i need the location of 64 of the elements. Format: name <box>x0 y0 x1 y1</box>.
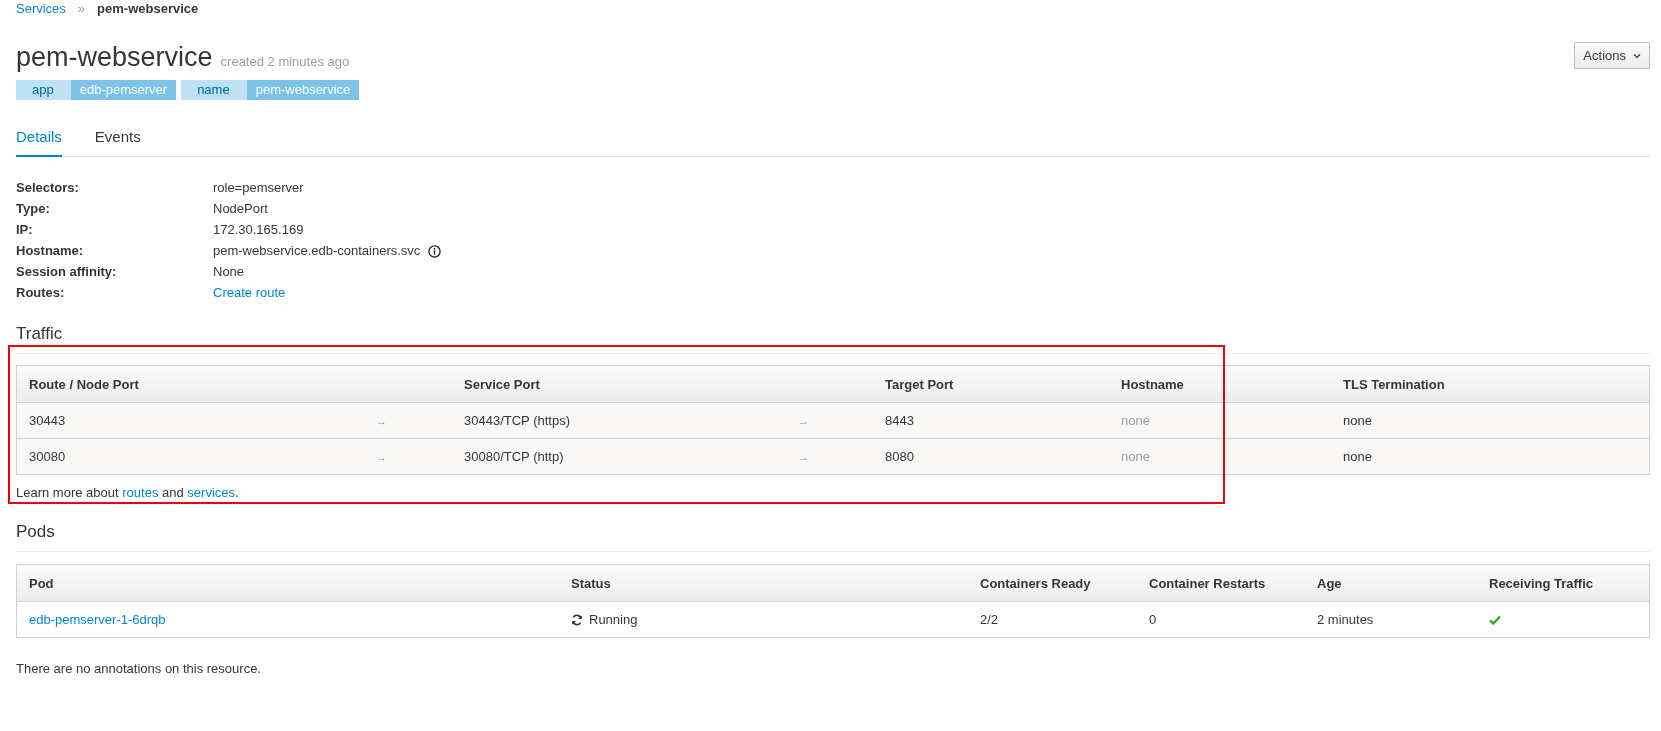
detail-label: IP: <box>16 221 34 239</box>
table-cell: none <box>1121 449 1150 464</box>
table-cell: none <box>1343 413 1372 428</box>
column-header: Status <box>570 575 612 591</box>
create-route-link[interactable]: Create route <box>213 284 286 302</box>
column-header: Hostname <box>1120 376 1185 392</box>
column-header: Receiving Traffic <box>1488 575 1595 591</box>
column-header: Route / Node Port <box>28 376 140 392</box>
column-header: Age <box>1316 575 1343 591</box>
tab[interactable]: Details <box>16 128 62 157</box>
breadcrumb-link[interactable]: Services <box>16 0 66 16</box>
label-value: pem-webservice <box>246 80 360 100</box>
pod-link[interactable]: edb-pemserver-1-6drqb <box>29 612 166 627</box>
breadcrumb-separator: » <box>77 0 86 16</box>
table-cell: 30443/TCP (https) <box>464 413 570 428</box>
table-cell: 2 minutes <box>1317 612 1374 627</box>
arrow-glyph: → <box>376 450 387 463</box>
arrow-glyph: → <box>798 450 809 463</box>
table-cell: 30080 <box>29 449 66 464</box>
sync-icon <box>571 613 583 626</box>
detail-label: Type: <box>16 200 51 218</box>
tab[interactable]: Events <box>94 128 141 157</box>
column-header: Container Restarts <box>1148 575 1267 591</box>
table-cell: Running <box>589 612 638 627</box>
arrow-glyph: → <box>798 414 809 427</box>
info-icon[interactable] <box>428 244 442 258</box>
column-header: Target Port <box>884 376 955 392</box>
table-cell: 8443 <box>885 413 914 428</box>
arrow-glyph: → <box>376 414 387 427</box>
detail-value: NodePort <box>213 200 268 218</box>
table-cell: none <box>1343 449 1372 464</box>
column-header: Pod <box>28 575 55 591</box>
table-cell: 0 <box>1149 612 1157 627</box>
detail-label: Session affinity: <box>16 263 118 281</box>
column-header: Service Port <box>463 376 541 392</box>
detail-value: 172.30.165.169 <box>213 221 304 239</box>
section-heading: Traffic <box>16 324 1650 354</box>
learn-more-text: Learn more about <box>16 485 119 500</box>
detail-value: None <box>213 263 245 281</box>
caret-icon <box>1633 52 1641 59</box>
column-header: TLS Termination <box>1342 376 1446 392</box>
detail-label: Routes: <box>16 284 66 302</box>
table-cell: 2/2 <box>980 612 999 627</box>
detail-value: pem-webservice.edb-containers.svc <box>213 242 421 260</box>
section-heading: Pods <box>16 522 1650 552</box>
table-cell: none <box>1121 413 1150 428</box>
breadcrumb-current: pem-webservice <box>97 0 199 16</box>
table-cell: 30443 <box>29 413 66 428</box>
table-cell: 30080/TCP (http) <box>464 449 564 464</box>
label-key: app <box>16 80 71 100</box>
annotations-text: There are no annotations on this resource. <box>16 661 262 676</box>
routes-link[interactable]: routes <box>122 485 159 500</box>
table-cell: 8080 <box>885 449 914 464</box>
label-key: name <box>181 80 247 100</box>
page-title: pem-webservice <box>16 41 213 74</box>
column-header: Containers Ready <box>979 575 1092 591</box>
detail-value: role=pemserver <box>213 179 304 197</box>
period-text: . <box>235 485 239 500</box>
learn-more-text: and <box>162 485 184 500</box>
actions-button[interactable]: Actions <box>1574 42 1650 69</box>
detail-label: Hostname: <box>16 242 85 260</box>
label-value: edb-pemserver <box>70 80 177 100</box>
detail-label: Selectors: <box>16 179 80 197</box>
created-time: created 2 minutes ago <box>220 54 350 69</box>
